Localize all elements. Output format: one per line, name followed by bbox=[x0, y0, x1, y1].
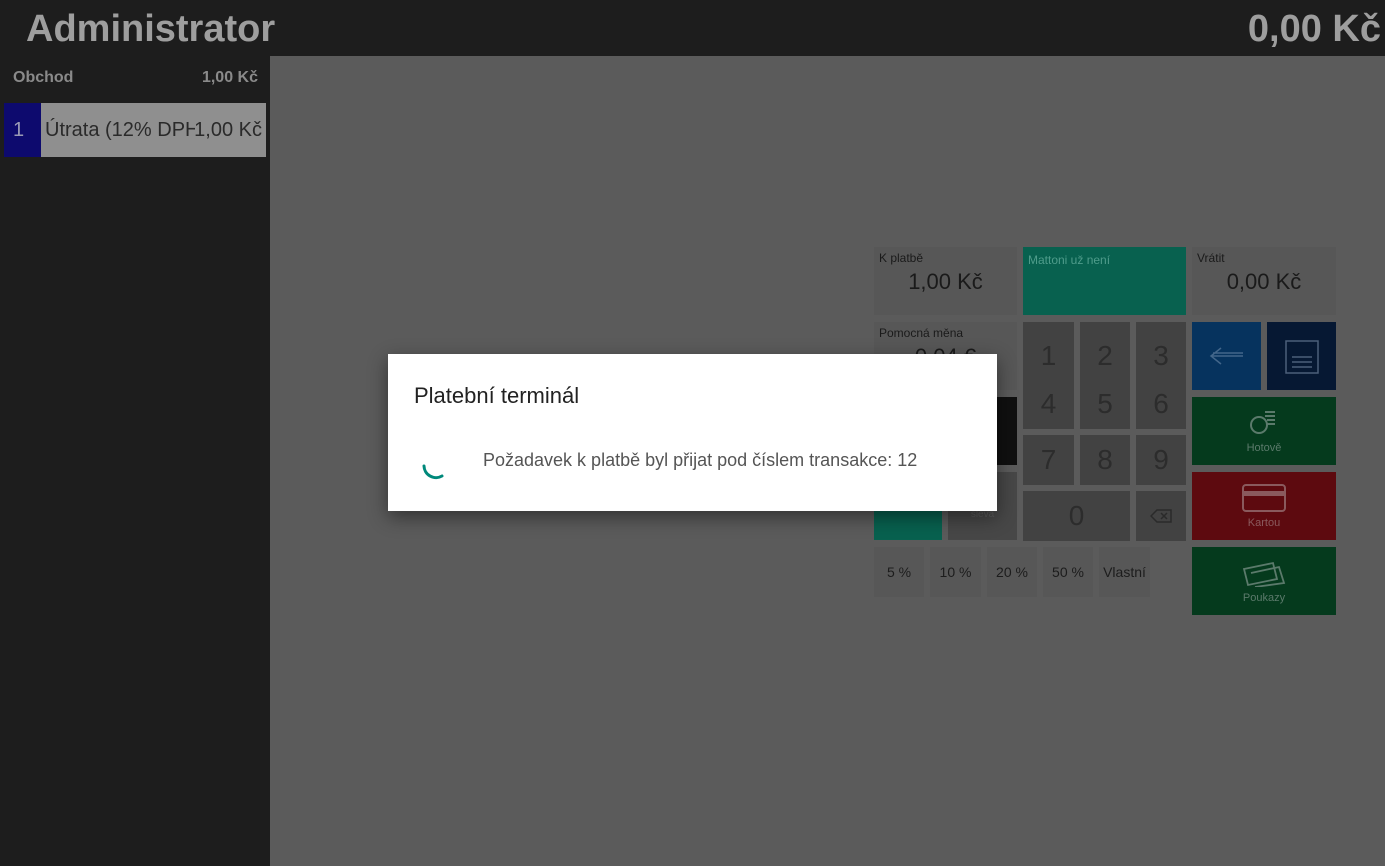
dialog-title: Platební terminál bbox=[414, 383, 580, 408]
order-item-qty: 1 bbox=[4, 103, 41, 157]
voucher-label: Poukazy bbox=[1242, 592, 1286, 604]
custom-percent-button[interactable]: Vlastní bbox=[1099, 547, 1150, 597]
top-bar: Administrator 0,00 Kč bbox=[0, 0, 1385, 56]
backspace-button[interactable] bbox=[1136, 491, 1186, 541]
receipt-icon bbox=[1285, 340, 1319, 374]
key-0[interactable]: 0 bbox=[1023, 491, 1130, 541]
to-pay-label: K platbě bbox=[879, 251, 924, 265]
voucher-button[interactable]: Poukazy bbox=[1192, 547, 1336, 615]
arrow-left-icon bbox=[1209, 347, 1243, 365]
receipt-button[interactable] bbox=[1267, 322, 1336, 390]
order-section-header: Obchod 1,00 Kč bbox=[13, 69, 258, 87]
percent-10-button[interactable]: 10 % bbox=[930, 547, 981, 597]
backspace-icon bbox=[1150, 509, 1172, 523]
pos-screen: Administrator 0,00 Kč Obchod 1,00 Kč 1 Ú… bbox=[0, 0, 1385, 866]
percent-20-button[interactable]: 20 % bbox=[987, 547, 1037, 597]
key-6[interactable]: 6 bbox=[1136, 378, 1186, 429]
key-7[interactable]: 7 bbox=[1023, 435, 1074, 485]
order-item-name: Útrata (12% DPH bbox=[45, 119, 195, 141]
key-8[interactable]: 8 bbox=[1080, 435, 1130, 485]
back-button[interactable] bbox=[1192, 322, 1261, 390]
user-name[interactable]: Administrator bbox=[26, 8, 275, 51]
percent-5-button[interactable]: 5 % bbox=[874, 547, 924, 597]
key-5[interactable]: 5 bbox=[1080, 378, 1130, 429]
to-pay-box: K platbě 1,00 Kč bbox=[874, 247, 1017, 315]
return-label: Vrátit bbox=[1197, 251, 1225, 265]
percent-50-button[interactable]: 50 % bbox=[1043, 547, 1093, 597]
dialog-message: Požadavek k platbě byl přijat pod číslem… bbox=[483, 450, 918, 470]
cash-button[interactable]: Hotově bbox=[1192, 397, 1336, 465]
return-box: Vrátit 0,00 Kč bbox=[1192, 247, 1336, 315]
key-9[interactable]: 9 bbox=[1136, 435, 1186, 485]
section-label: Obchod bbox=[13, 69, 74, 86]
payment-terminal-dialog: Platební terminál Požadavek k platbě byl… bbox=[388, 354, 997, 511]
order-sidebar: Obchod 1,00 Kč 1 Útrata (12% DPH 1,00 Kč bbox=[0, 56, 270, 866]
aux-currency-label: Pomocná měna bbox=[879, 326, 964, 340]
key-4[interactable]: 4 bbox=[1023, 378, 1074, 429]
credit-card-icon bbox=[1242, 484, 1286, 512]
card-label: Kartou bbox=[1247, 517, 1281, 529]
customer-box[interactable]: Mattoni už není bbox=[1023, 247, 1186, 315]
order-item-price: 1,00 Kč bbox=[194, 119, 262, 141]
customer-label: Mattoni už není bbox=[1028, 253, 1111, 267]
voucher-icon bbox=[1242, 561, 1286, 587]
card-button[interactable]: Kartou bbox=[1192, 472, 1336, 540]
header-total: 0,00 Kč bbox=[1247, 8, 1381, 50]
cash-label: Hotově bbox=[1246, 442, 1282, 454]
return-value: 0,00 Kč bbox=[1226, 269, 1302, 294]
to-pay-value: 1,00 Kč bbox=[908, 269, 983, 294]
order-item[interactable]: 1 Útrata (12% DPH 1,00 Kč bbox=[4, 103, 266, 157]
coins-icon bbox=[1250, 411, 1275, 434]
section-total: 1,00 Kč bbox=[201, 69, 258, 86]
loading-spinner-icon bbox=[422, 464, 444, 480]
